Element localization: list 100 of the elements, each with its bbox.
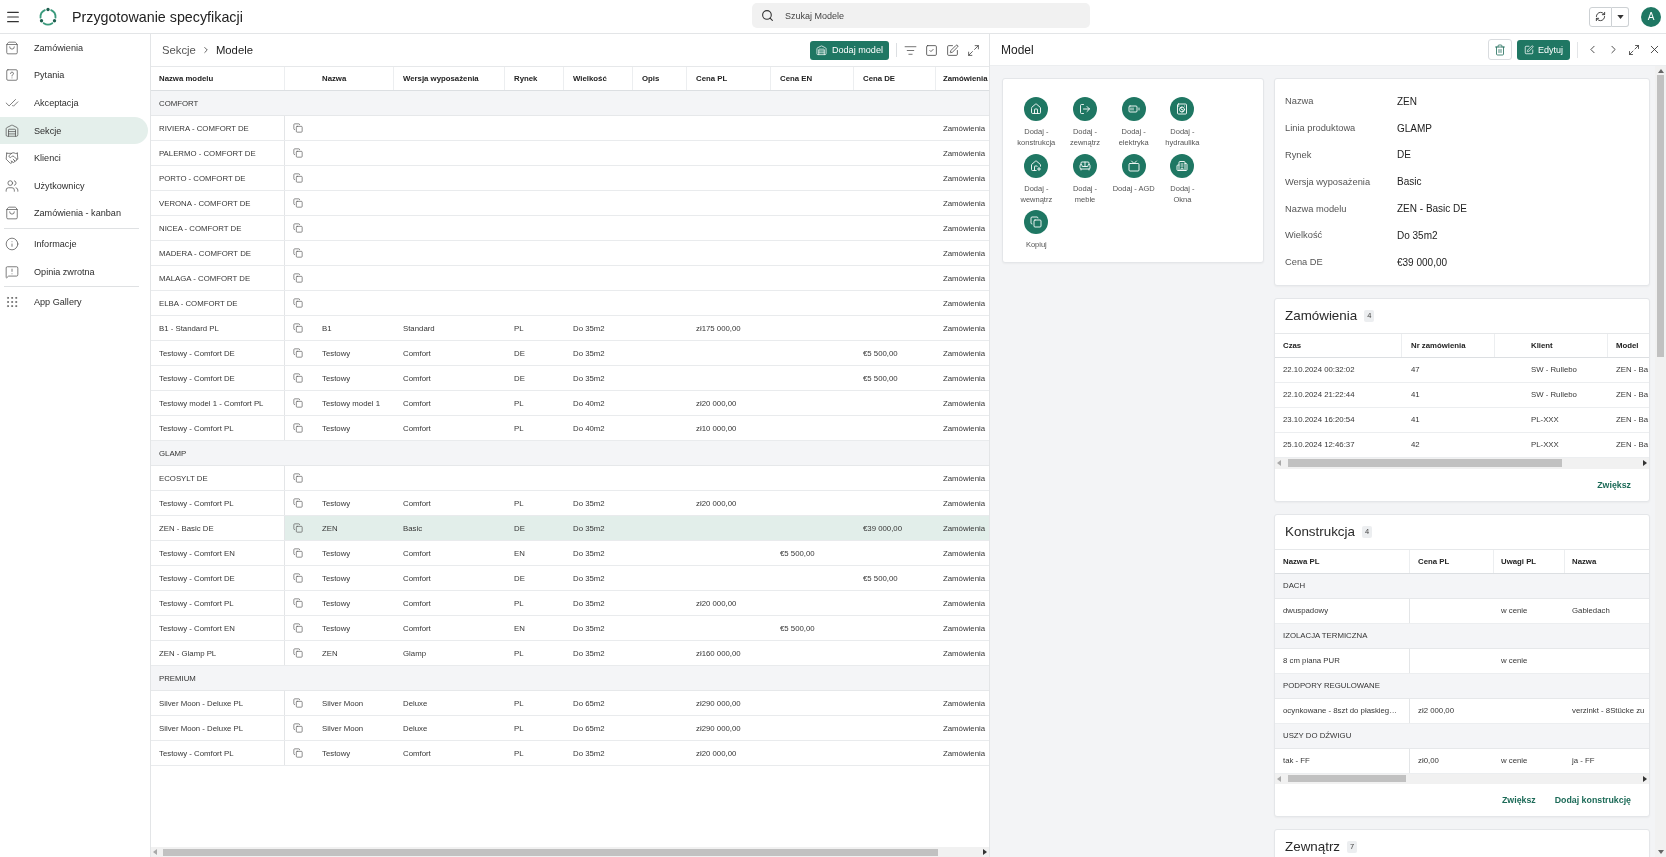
- refresh-icon: [1595, 11, 1606, 22]
- delete-button[interactable]: [1488, 39, 1512, 60]
- checked-square-icon[interactable]: [925, 43, 938, 57]
- sidebar-item[interactable]: Opinia zwrotna: [0, 257, 148, 286]
- field-value: Do 35m2: [1397, 229, 1438, 241]
- copy-icon[interactable]: [293, 373, 303, 383]
- copy-icon[interactable]: [293, 173, 303, 183]
- sidebar-item[interactable]: Klienci: [0, 144, 148, 172]
- copy-icon[interactable]: [293, 523, 303, 533]
- tv-icon: [1121, 153, 1146, 178]
- edit-icon[interactable]: [946, 43, 959, 57]
- field-label: Wielkość: [1285, 230, 1323, 241]
- copy-icon[interactable]: [293, 323, 303, 333]
- shopping-bag-icon: [5, 40, 19, 55]
- battery-icon: [1121, 97, 1146, 121]
- house-plus-icon: [1024, 153, 1049, 178]
- edit-icon: [1524, 44, 1534, 55]
- building-icon: [1170, 153, 1195, 178]
- field-label: Wersja wyposażenia: [1285, 176, 1371, 187]
- close-icon[interactable]: [1648, 43, 1661, 56]
- message-warning-icon: [5, 264, 19, 279]
- sidebar-item[interactable]: Zamówienia: [0, 34, 148, 62]
- filter-icon[interactable]: [904, 43, 917, 57]
- app-title: Przygotowanie specyfikacji: [72, 8, 243, 25]
- users-icon: [5, 178, 19, 193]
- sidebar-item[interactable]: Pytania: [0, 61, 148, 90]
- info-icon: [5, 236, 19, 251]
- breadcrumb-item[interactable]: Sekcje: [162, 44, 196, 56]
- copy-icon[interactable]: [293, 598, 303, 608]
- caret-icon: [1616, 14, 1624, 19]
- copy-icon[interactable]: [293, 748, 303, 758]
- question-square-icon: [5, 68, 19, 83]
- field-value: DE: [1397, 149, 1411, 161]
- copy-icon[interactable]: [293, 623, 303, 633]
- panel-title: Model: [1001, 42, 1034, 57]
- double-check-icon: [5, 96, 19, 110]
- cycle-logo: [38, 6, 58, 27]
- sidebar-item[interactable]: Użytkownicy: [0, 171, 148, 200]
- field-value: Basic: [1397, 176, 1422, 188]
- copy-icon[interactable]: [293, 273, 303, 283]
- field-value: ZEN: [1397, 95, 1417, 107]
- copy-icon[interactable]: [293, 198, 303, 208]
- search-icon: [761, 9, 774, 22]
- horizontal-scrollbar[interactable]: [151, 847, 989, 857]
- refresh-button[interactable]: [1589, 6, 1612, 27]
- add-model-button[interactable]: Dodaj model: [809, 40, 889, 60]
- sidebar-item[interactable]: Sekcje: [0, 116, 148, 145]
- copy-icon[interactable]: [293, 423, 303, 433]
- edit-button[interactable]: Edytuj: [1517, 39, 1570, 60]
- field-label: Nazwa modelu: [1285, 203, 1347, 214]
- horizontal-scrollbar[interactable]: [1275, 457, 1649, 469]
- sidebar-item[interactable]: Zamówienia - kanban: [0, 199, 148, 228]
- washing-machine-icon: [1170, 97, 1195, 121]
- more-link[interactable]: Zwiększ: [1597, 479, 1631, 490]
- expand-icon[interactable]: [1628, 43, 1640, 56]
- vertical-scrollbar[interactable]: [1655, 66, 1666, 857]
- warehouse-icon: [5, 123, 19, 138]
- copy-icon[interactable]: [293, 648, 303, 658]
- breadcrumb-item: Modele: [215, 44, 253, 56]
- copy-icon[interactable]: [293, 573, 303, 583]
- dots-grid-icon: [5, 295, 19, 310]
- dropdown-button[interactable]: [1612, 6, 1629, 27]
- shopping-bag-icon: [5, 206, 19, 221]
- field-label: Nazwa: [1285, 96, 1314, 107]
- trash-icon: [1494, 43, 1506, 56]
- field-label: Rynek: [1285, 150, 1312, 160]
- search-field[interactable]: Szukaj Modele: [752, 3, 1090, 28]
- copy-icon[interactable]: [293, 298, 303, 308]
- copy-icon: [1024, 210, 1049, 234]
- copy-icon[interactable]: [293, 723, 303, 733]
- sidebar-item[interactable]: App Gallery: [0, 288, 148, 316]
- field-label: Cena DE: [1285, 257, 1323, 268]
- sidebar-item[interactable]: Informacje: [0, 230, 148, 258]
- handshake-icon: [5, 151, 19, 166]
- sofa-icon: [1073, 153, 1098, 178]
- card-title: Zewnątrz: [1285, 839, 1341, 855]
- copy-icon[interactable]: [293, 473, 303, 483]
- copy-icon[interactable]: [293, 398, 303, 408]
- warehouse-icon: [815, 44, 827, 56]
- copy-icon[interactable]: [293, 248, 303, 258]
- copy-icon[interactable]: [293, 223, 303, 233]
- copy-icon[interactable]: [293, 148, 303, 158]
- horizontal-scrollbar[interactable]: [1275, 773, 1649, 784]
- field-value: €39 000,00: [1397, 256, 1448, 268]
- sidebar-item[interactable]: Akceptacja: [0, 89, 148, 117]
- field-label: Linia produktowa: [1285, 123, 1356, 134]
- copy-icon[interactable]: [293, 123, 303, 133]
- more-link[interactable]: Zwiększ: [1502, 794, 1536, 805]
- copy-icon[interactable]: [293, 698, 303, 708]
- field-value: GLAMP: [1397, 122, 1432, 134]
- user-avatar[interactable]: A: [1641, 6, 1661, 27]
- copy-icon[interactable]: [293, 498, 303, 508]
- card-title: Konstrukcja: [1285, 524, 1355, 540]
- house-icon: [1024, 97, 1049, 121]
- copy-icon[interactable]: [293, 348, 303, 358]
- card-title: Zamówienia: [1285, 308, 1358, 324]
- expand-icon[interactable]: [967, 43, 980, 57]
- field-value: ZEN - Basic DE: [1397, 203, 1467, 215]
- copy-icon[interactable]: [293, 548, 303, 558]
- add-construction-link[interactable]: Dodaj konstrukcję: [1554, 794, 1631, 805]
